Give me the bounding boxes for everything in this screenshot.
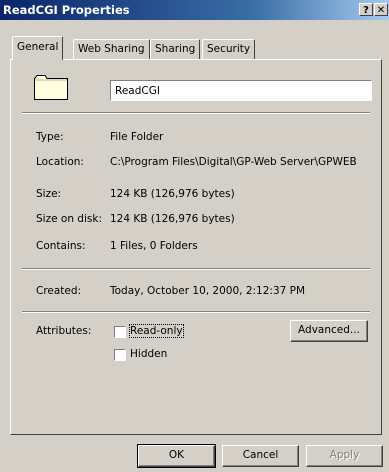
separator [22,311,370,313]
type-label: Type: [36,131,64,143]
contains-value: 1 Files, 0 Folders [110,240,198,252]
separator [22,268,370,270]
created-value: Today, October 10, 2000, 2:12:37 PM [110,285,306,297]
type-value: File Folder [110,131,164,143]
size-value: 124 KB (126,976 bytes) [110,188,235,200]
folder-icon [34,75,68,100]
advanced-button[interactable]: Advanced... [290,320,368,342]
size-label: Size: [36,188,62,200]
size-on-disk-value: 124 KB (126,976 bytes) [110,213,235,225]
attributes-label: Attributes: [36,325,92,337]
location-label: Location: [36,156,84,168]
properties-dialog: ReadCGI Properties ? ✕ General Web Shari… [0,0,389,472]
size-on-disk-label: Size on disk: [36,213,102,225]
created-label: Created: [36,285,82,297]
hidden-checkbox[interactable] [114,349,126,361]
hidden-label[interactable]: Hidden [130,348,167,360]
contains-label: Contains: [36,240,86,252]
readonly-checkbox[interactable] [114,326,126,338]
folder-name-input[interactable] [110,80,372,101]
location-value: C:\Program Files\Digital\GP-Web Server\G… [110,156,357,168]
general-content: Type: File Folder Location: C:\Program F… [0,0,389,472]
readonly-label[interactable]: Read-only [129,324,184,338]
separator [22,112,370,114]
